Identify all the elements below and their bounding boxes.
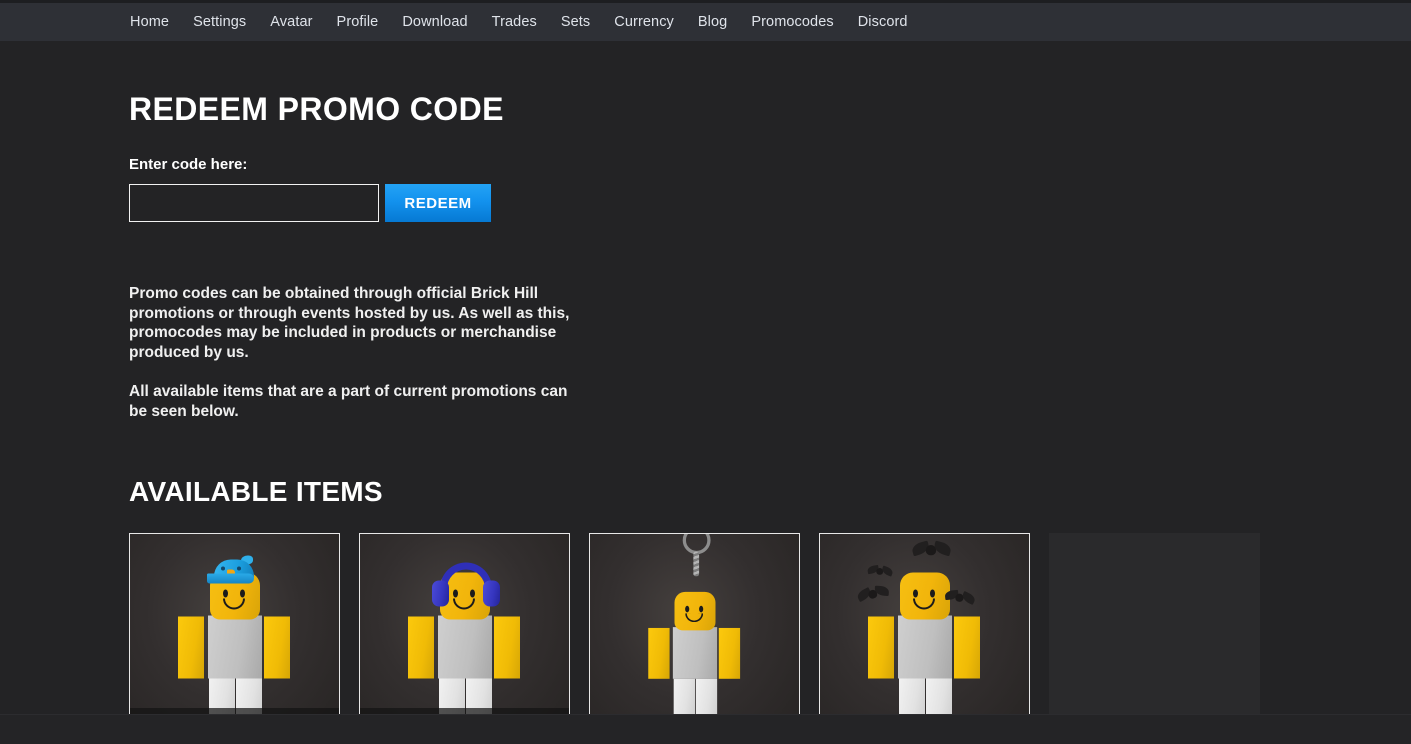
keyring-icon — [680, 534, 713, 577]
nav-item-currency[interactable]: Currency — [614, 14, 674, 30]
avatar-head — [899, 572, 950, 619]
nav-item-download[interactable]: Download — [402, 14, 467, 30]
info-paragraph-1: Promo codes can be obtained through offi… — [129, 285, 570, 361]
nav-item-blog[interactable]: Blog — [698, 14, 727, 30]
page-footer: © 2021 Brick Hill. All rights reserved. — [0, 714, 1411, 744]
code-field-label: Enter code here: — [129, 156, 248, 173]
info-block: Promo codes can be obtained through offi… — [129, 284, 599, 421]
promo-code-input[interactable] — [129, 184, 379, 222]
avatar-figure — [390, 546, 540, 731]
bird-cap-icon — [206, 555, 263, 585]
available-items-title: AVAILABLE ITEMS — [129, 476, 383, 507]
item-card-3[interactable] — [589, 533, 800, 744]
item-card-4[interactable] — [819, 533, 1030, 744]
nav-item-profile[interactable]: Profile — [337, 14, 379, 30]
avatar-figure — [633, 534, 756, 722]
info-paragraph-2: All available items that are a part of c… — [129, 383, 568, 420]
item-card-2[interactable]: Coming Soon — [359, 533, 570, 744]
main-navbar: Home Settings Avatar Profile Download Tr… — [0, 3, 1411, 41]
page-title: REDEEM PROMO CODE — [129, 91, 504, 127]
nav-item-sets[interactable]: Sets — [561, 14, 590, 30]
avatar-figure — [850, 539, 1000, 731]
item-card-1[interactable]: Coming Soon — [129, 533, 340, 744]
available-items-grid: Coming Soon Coming Soon — [129, 533, 1411, 744]
nav-item-promocodes[interactable]: Promocodes — [751, 14, 833, 30]
nav-item-avatar[interactable]: Avatar — [270, 14, 312, 30]
redeem-form: REDEEM — [129, 184, 1411, 222]
avatar-head — [674, 591, 715, 630]
nav-item-home[interactable]: Home — [130, 14, 169, 30]
redeem-button[interactable]: REDEEM — [385, 184, 491, 222]
avatar-figure — [160, 546, 310, 731]
nav-item-trades[interactable]: Trades — [492, 14, 537, 30]
item-card-5-placeholder — [1049, 533, 1260, 744]
nav-item-settings[interactable]: Settings — [193, 14, 246, 30]
nav-item-discord[interactable]: Discord — [858, 14, 908, 30]
page-content: REDEEM PROMO CODE Enter code here: REDEE… — [0, 91, 1411, 744]
headphones-icon — [431, 562, 500, 612]
